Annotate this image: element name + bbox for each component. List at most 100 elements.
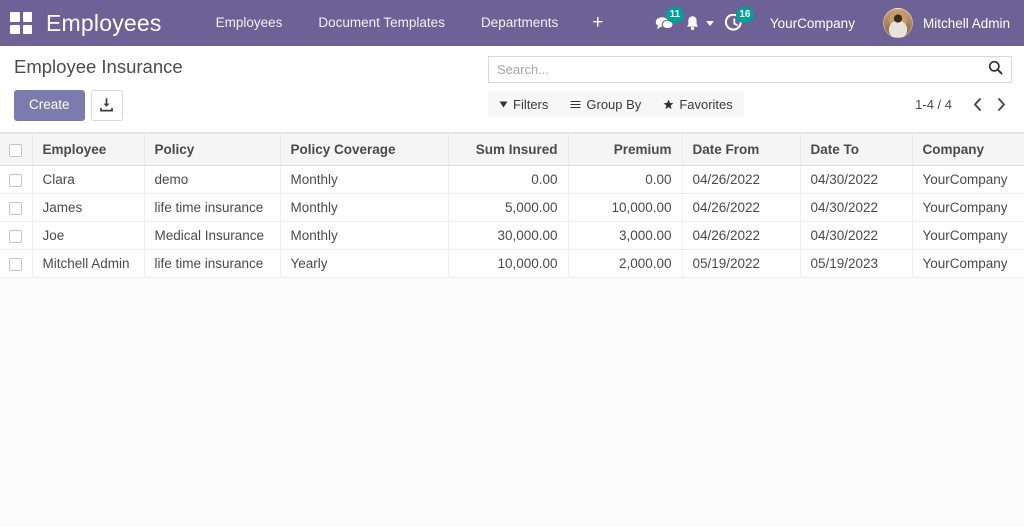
- filters-button[interactable]: Filters: [488, 91, 560, 117]
- insurance-list-table: Employee Policy Policy Coverage Sum Insu…: [0, 133, 1024, 278]
- cell-employee: Joe: [32, 221, 145, 250]
- chevron-left-icon[interactable]: [966, 93, 988, 115]
- apps-grid-square: [10, 12, 20, 22]
- cell-policy: Medical Insurance: [144, 221, 281, 250]
- apps-grid-icon[interactable]: [10, 12, 32, 34]
- avatar: [882, 8, 913, 38]
- cell-date-to: 04/30/2022: [800, 221, 913, 250]
- search-input[interactable]: [497, 57, 982, 82]
- column-header-premium[interactable]: Premium: [568, 133, 683, 166]
- cell-employee: Clara: [32, 165, 145, 194]
- control-panel-right: Filters Group By Favorites 1-4 / 4: [488, 56, 1012, 119]
- cell-policy-coverage: Monthly: [280, 193, 449, 222]
- search-icon[interactable]: [988, 60, 1003, 80]
- cell-premium: 2,000.00: [568, 249, 683, 278]
- cell-date-from: 04/26/2022: [682, 193, 801, 222]
- star-icon: [663, 99, 674, 109]
- cell-policy: life time insurance: [144, 249, 281, 278]
- table-row[interactable]: Joe Medical Insurance Monthly 30,000.00 …: [0, 221, 1024, 250]
- column-header-policy-coverage[interactable]: Policy Coverage: [280, 133, 449, 166]
- nav-item-departments[interactable]: Departments: [463, 0, 576, 46]
- chevron-down-icon[interactable]: [705, 20, 714, 26]
- group-lines-icon: [570, 100, 581, 108]
- table-row[interactable]: Clara demo Monthly 0.00 0.00 04/26/2022 …: [0, 165, 1024, 194]
- cell-sum-insured: 0.00: [448, 165, 569, 194]
- cell-date-to: 04/30/2022: [800, 165, 913, 194]
- row-checkbox[interactable]: [9, 257, 23, 271]
- group-by-label: Group By: [586, 96, 642, 112]
- cell-date-from: 04/26/2022: [682, 165, 801, 194]
- cell-employee: Mitchell Admin: [32, 249, 145, 278]
- import-icon[interactable]: [90, 90, 123, 121]
- row-select-cell[interactable]: [0, 165, 33, 194]
- row-select-cell[interactable]: [0, 249, 33, 278]
- bell-icon[interactable]: [682, 0, 704, 46]
- cell-policy: demo: [144, 165, 281, 194]
- favorites-label: Favorites: [679, 96, 733, 112]
- cell-sum-insured: 5,000.00: [448, 193, 569, 222]
- cell-date-from: 05/19/2022: [682, 249, 801, 278]
- row-checkbox[interactable]: [9, 173, 23, 187]
- cell-policy-coverage: Yearly: [280, 249, 449, 278]
- table-row[interactable]: James life time insurance Monthly 5,000.…: [0, 193, 1024, 222]
- cell-date-from: 04/26/2022: [682, 221, 801, 250]
- nav-item-document-templates[interactable]: Document Templates: [300, 0, 463, 46]
- nav-item-employees[interactable]: Employees: [198, 0, 301, 46]
- navbar-right-group: 11 16 YourCompany Mitchell Admin: [648, 0, 1024, 46]
- list-view-area: Employee Policy Policy Coverage Sum Insu…: [0, 133, 1024, 527]
- control-panel: Employee Insurance Create Search... Filt…: [0, 46, 1024, 133]
- user-menu[interactable]: Mitchell Admin: [869, 8, 1010, 38]
- pager-range: 1-4 / 4: [915, 96, 952, 112]
- create-button[interactable]: Create: [14, 90, 85, 121]
- page-title: Employee Insurance: [14, 56, 183, 77]
- table-row[interactable]: Mitchell Admin life time insurance Yearl…: [0, 249, 1024, 278]
- column-header-sum-insured[interactable]: Sum Insured: [448, 133, 569, 166]
- cell-company: YourCompany: [912, 193, 1024, 222]
- row-select-cell[interactable]: [0, 221, 33, 250]
- table-body: Clara demo Monthly 0.00 0.00 04/26/2022 …: [0, 165, 1024, 278]
- column-header-policy[interactable]: Policy: [144, 133, 281, 166]
- nav-add-button[interactable]: +: [576, 0, 619, 46]
- column-header-date-to[interactable]: Date To: [800, 133, 913, 166]
- cell-sum-insured: 30,000.00: [448, 221, 569, 250]
- cell-premium: 10,000.00: [568, 193, 683, 222]
- cell-date-to: 05/19/2023: [800, 249, 913, 278]
- filter-caret-icon: [499, 101, 508, 107]
- user-name: Mitchell Admin: [922, 15, 1010, 31]
- cell-policy-coverage: Monthly: [280, 165, 449, 194]
- search-box[interactable]: [488, 56, 1012, 83]
- control-panel-left: Employee Insurance Create: [14, 56, 183, 121]
- row-select-cell[interactable]: [0, 193, 33, 222]
- row-checkbox[interactable]: [9, 229, 23, 243]
- company-switcher[interactable]: YourCompany: [752, 16, 869, 31]
- apps-grid-square: [22, 12, 32, 22]
- action-buttons: Create: [14, 90, 183, 121]
- app-brand[interactable]: Employees: [46, 10, 162, 37]
- apps-grid-square: [22, 24, 32, 34]
- clock-badge: 16: [735, 7, 754, 23]
- table-header-row: Employee Policy Policy Coverage Sum Insu…: [0, 133, 1024, 166]
- cell-date-to: 04/30/2022: [800, 193, 913, 222]
- clock-icon[interactable]: 16: [718, 0, 754, 46]
- chevron-right-icon[interactable]: [990, 93, 1012, 115]
- select-all-checkbox[interactable]: [9, 143, 23, 157]
- apps-grid-square: [10, 24, 20, 34]
- select-all-header[interactable]: [0, 133, 33, 166]
- messages-icon[interactable]: 11: [648, 0, 684, 46]
- filter-row: Filters Group By Favorites 1-4 / 4: [488, 89, 1012, 119]
- cell-company: YourCompany: [912, 221, 1024, 250]
- cell-policy: life time insurance: [144, 193, 281, 222]
- cell-policy-coverage: Monthly: [280, 221, 449, 250]
- column-header-company[interactable]: Company: [912, 133, 1024, 166]
- cell-sum-insured: 10,000.00: [448, 249, 569, 278]
- pager: 1-4 / 4: [915, 93, 1012, 115]
- column-header-employee[interactable]: Employee: [32, 133, 145, 166]
- table-header: Employee Policy Policy Coverage Sum Insu…: [0, 133, 1024, 166]
- group-by-button[interactable]: Group By: [559, 91, 653, 117]
- column-header-date-from[interactable]: Date From: [682, 133, 801, 166]
- filter-group: Filters Group By Favorites: [488, 91, 744, 117]
- cell-company: YourCompany: [912, 249, 1024, 278]
- favorites-button[interactable]: Favorites: [652, 91, 744, 117]
- row-checkbox[interactable]: [9, 201, 23, 215]
- filters-label: Filters: [513, 96, 549, 112]
